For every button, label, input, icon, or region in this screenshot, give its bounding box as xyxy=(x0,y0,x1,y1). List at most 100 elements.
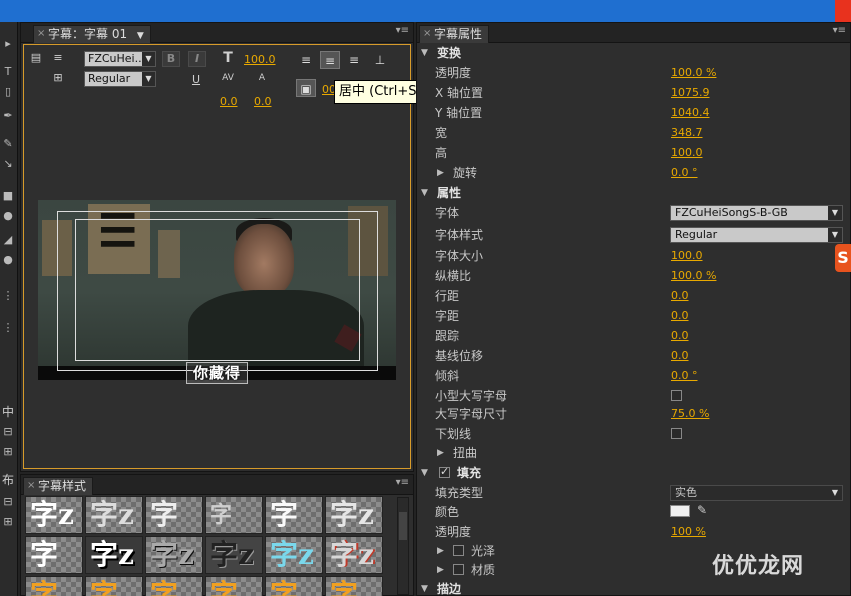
baseline-value[interactable]: 0.0 xyxy=(671,350,689,362)
kerning-value[interactable]: 0.0 xyxy=(220,95,238,108)
italic-button[interactable]: I xyxy=(188,51,206,67)
chevron-right-icon[interactable]: ▶ xyxy=(437,443,444,463)
templates-icon[interactable]: ⊞ xyxy=(50,71,66,85)
circle-tool-icon[interactable]: ● xyxy=(2,254,14,266)
roll-crawl-icon[interactable]: ≡ xyxy=(50,51,66,65)
style-swatch[interactable]: 字z xyxy=(25,496,83,534)
stroke-section-header[interactable]: ▼ 描边 xyxy=(417,579,851,596)
font-size-value[interactable]: 100.0 xyxy=(244,53,276,66)
close-icon[interactable]: × xyxy=(423,26,431,42)
font-style-dropdown[interactable]: Regular ▼ xyxy=(670,227,843,243)
chevron-down-icon[interactable]: ▼ xyxy=(421,579,428,596)
align-left-button[interactable]: ≡ xyxy=(296,51,316,69)
chevron-right-icon[interactable]: ▶ xyxy=(437,560,444,580)
anchor-convert-icon[interactable]: ↘ xyxy=(2,158,14,170)
close-icon[interactable]: × xyxy=(37,26,45,42)
show-video-button[interactable]: ▣ xyxy=(296,79,316,97)
kerning-value[interactable]: 0.0 xyxy=(671,310,689,322)
bold-button[interactable]: B xyxy=(162,51,180,67)
align-center-button[interactable]: ≡ xyxy=(320,51,340,69)
properties-section-header[interactable]: ▼ 属性 xyxy=(417,183,851,203)
small-caps-checkbox[interactable] xyxy=(671,390,682,401)
chevron-down-icon[interactable]: ▼ xyxy=(421,463,428,483)
new-title-icon[interactable]: ▤ xyxy=(28,51,44,65)
aspect-value[interactable]: 100.0 % xyxy=(671,270,716,282)
rotation-value[interactable]: 0.0 ° xyxy=(671,167,698,179)
font-family-select[interactable]: FZCuHei... ▼ xyxy=(84,51,156,67)
fill-color-swatch[interactable] xyxy=(670,505,690,517)
width-value[interactable]: 348.7 xyxy=(671,127,703,139)
close-button[interactable] xyxy=(835,0,851,22)
scrollbar-thumb[interactable] xyxy=(399,512,407,540)
align-right-button[interactable]: ≡ xyxy=(344,51,364,69)
texture-checkbox[interactable] xyxy=(453,564,464,575)
height-value[interactable]: 100.0 xyxy=(671,147,703,159)
font-family-dropdown[interactable]: FZCuHeiSongS-B-GB ▼ xyxy=(670,205,843,221)
chevron-down-icon[interactable]: ▼ xyxy=(421,43,428,63)
tab-stops-button[interactable]: ⊥ xyxy=(370,51,390,69)
baseline-value[interactable]: 0.0 xyxy=(254,95,272,108)
font-style-select[interactable]: Regular ▼ xyxy=(84,71,156,87)
small-caps-size-value[interactable]: 75.0 % xyxy=(671,408,709,420)
x-position-value[interactable]: 1075.9 xyxy=(671,87,710,99)
caption-text-object[interactable]: 你藏得 xyxy=(186,362,248,384)
panel-menu-icon[interactable]: ▾≡ xyxy=(396,477,409,488)
chevron-down-icon[interactable]: ▼ xyxy=(137,31,144,41)
center-h-icon[interactable]: ⊟ xyxy=(2,426,14,438)
style-swatch[interactable]: 字 xyxy=(85,576,143,596)
chevron-right-icon[interactable]: ▶ xyxy=(437,163,444,183)
distribute-tool-icon[interactable]: ⋮ xyxy=(2,322,14,334)
ellipse-tool-icon[interactable]: ● xyxy=(2,210,14,222)
style-swatch[interactable]: 字z xyxy=(205,536,263,574)
vertical-type-tool-icon[interactable]: ▯ xyxy=(2,86,14,98)
style-swatch[interactable]: 字 xyxy=(145,576,203,596)
opacity-value[interactable]: 100.0 % xyxy=(671,67,716,79)
add-anchor-icon[interactable]: ✎ xyxy=(2,138,14,150)
panel-menu-icon[interactable]: ▾≡ xyxy=(396,25,409,36)
tab-title-01[interactable]: × 字幕：字幕 01 ▼ xyxy=(33,25,151,43)
close-icon[interactable]: × xyxy=(27,478,35,494)
selection-tool-icon[interactable]: ▸ xyxy=(2,38,14,50)
tab-title-properties[interactable]: × 字幕属性 xyxy=(419,25,490,43)
style-swatch[interactable]: 字 xyxy=(25,576,83,596)
fill-section-header[interactable]: ▼ 填充 xyxy=(417,463,851,483)
styles-scrollbar[interactable] xyxy=(397,497,409,595)
style-swatch[interactable]: 字 xyxy=(205,496,263,534)
underline-button[interactable]: U xyxy=(188,73,204,87)
panel-menu-icon[interactable]: ▾≡ xyxy=(833,25,846,36)
style-swatch[interactable]: 字 xyxy=(325,576,383,596)
style-swatch[interactable]: 字 xyxy=(205,576,263,596)
tab-title-styles[interactable]: × 字幕样式 xyxy=(23,477,94,495)
style-swatch[interactable]: 字z xyxy=(85,536,143,574)
style-swatch[interactable]: 字z xyxy=(325,496,383,534)
fill-checkbox[interactable] xyxy=(439,465,450,478)
style-swatch[interactable]: 字 xyxy=(265,496,323,534)
pen-tool-icon[interactable]: ✒ xyxy=(2,110,14,122)
style-swatch[interactable]: 字z xyxy=(325,536,383,574)
chevron-down-icon[interactable]: ▼ xyxy=(421,183,428,203)
style-swatch[interactable]: 字z xyxy=(265,536,323,574)
distribute-v-icon[interactable]: ⊞ xyxy=(2,516,14,528)
distribute-icon[interactable]: ⊟ xyxy=(2,496,14,508)
tracking-value[interactable]: 0.0 xyxy=(671,330,689,342)
style-swatch[interactable]: 字z xyxy=(85,496,143,534)
center-v-icon[interactable]: ⊞ xyxy=(2,446,14,458)
slant-value[interactable]: 0.0 ° xyxy=(671,370,698,382)
rectangle-tool-icon[interactable]: ■ xyxy=(2,190,14,202)
font-size-value[interactable]: 100.0 xyxy=(671,250,703,262)
leading-value[interactable]: 0.0 xyxy=(671,290,689,302)
fill-opacity-value[interactable]: 100 % xyxy=(671,526,706,538)
style-swatch[interactable]: 字 xyxy=(145,496,203,534)
align-tool-icon[interactable]: ⋮ xyxy=(2,290,14,302)
style-swatch[interactable]: 字z xyxy=(145,536,203,574)
sogou-logo-icon[interactable]: S xyxy=(835,244,851,272)
chevron-right-icon[interactable]: ▶ xyxy=(437,541,444,561)
type-tool-icon[interactable]: T xyxy=(2,66,14,78)
eyedropper-icon[interactable]: ✎ xyxy=(697,503,707,517)
wedge-tool-icon[interactable]: ◢ xyxy=(2,234,14,246)
underline-checkbox[interactable] xyxy=(671,428,682,439)
style-swatch[interactable]: 字 xyxy=(25,536,83,574)
sheen-checkbox[interactable] xyxy=(453,545,464,556)
transform-section-header[interactable]: ▼ 变换 xyxy=(417,43,851,63)
y-position-value[interactable]: 1040.4 xyxy=(671,107,710,119)
